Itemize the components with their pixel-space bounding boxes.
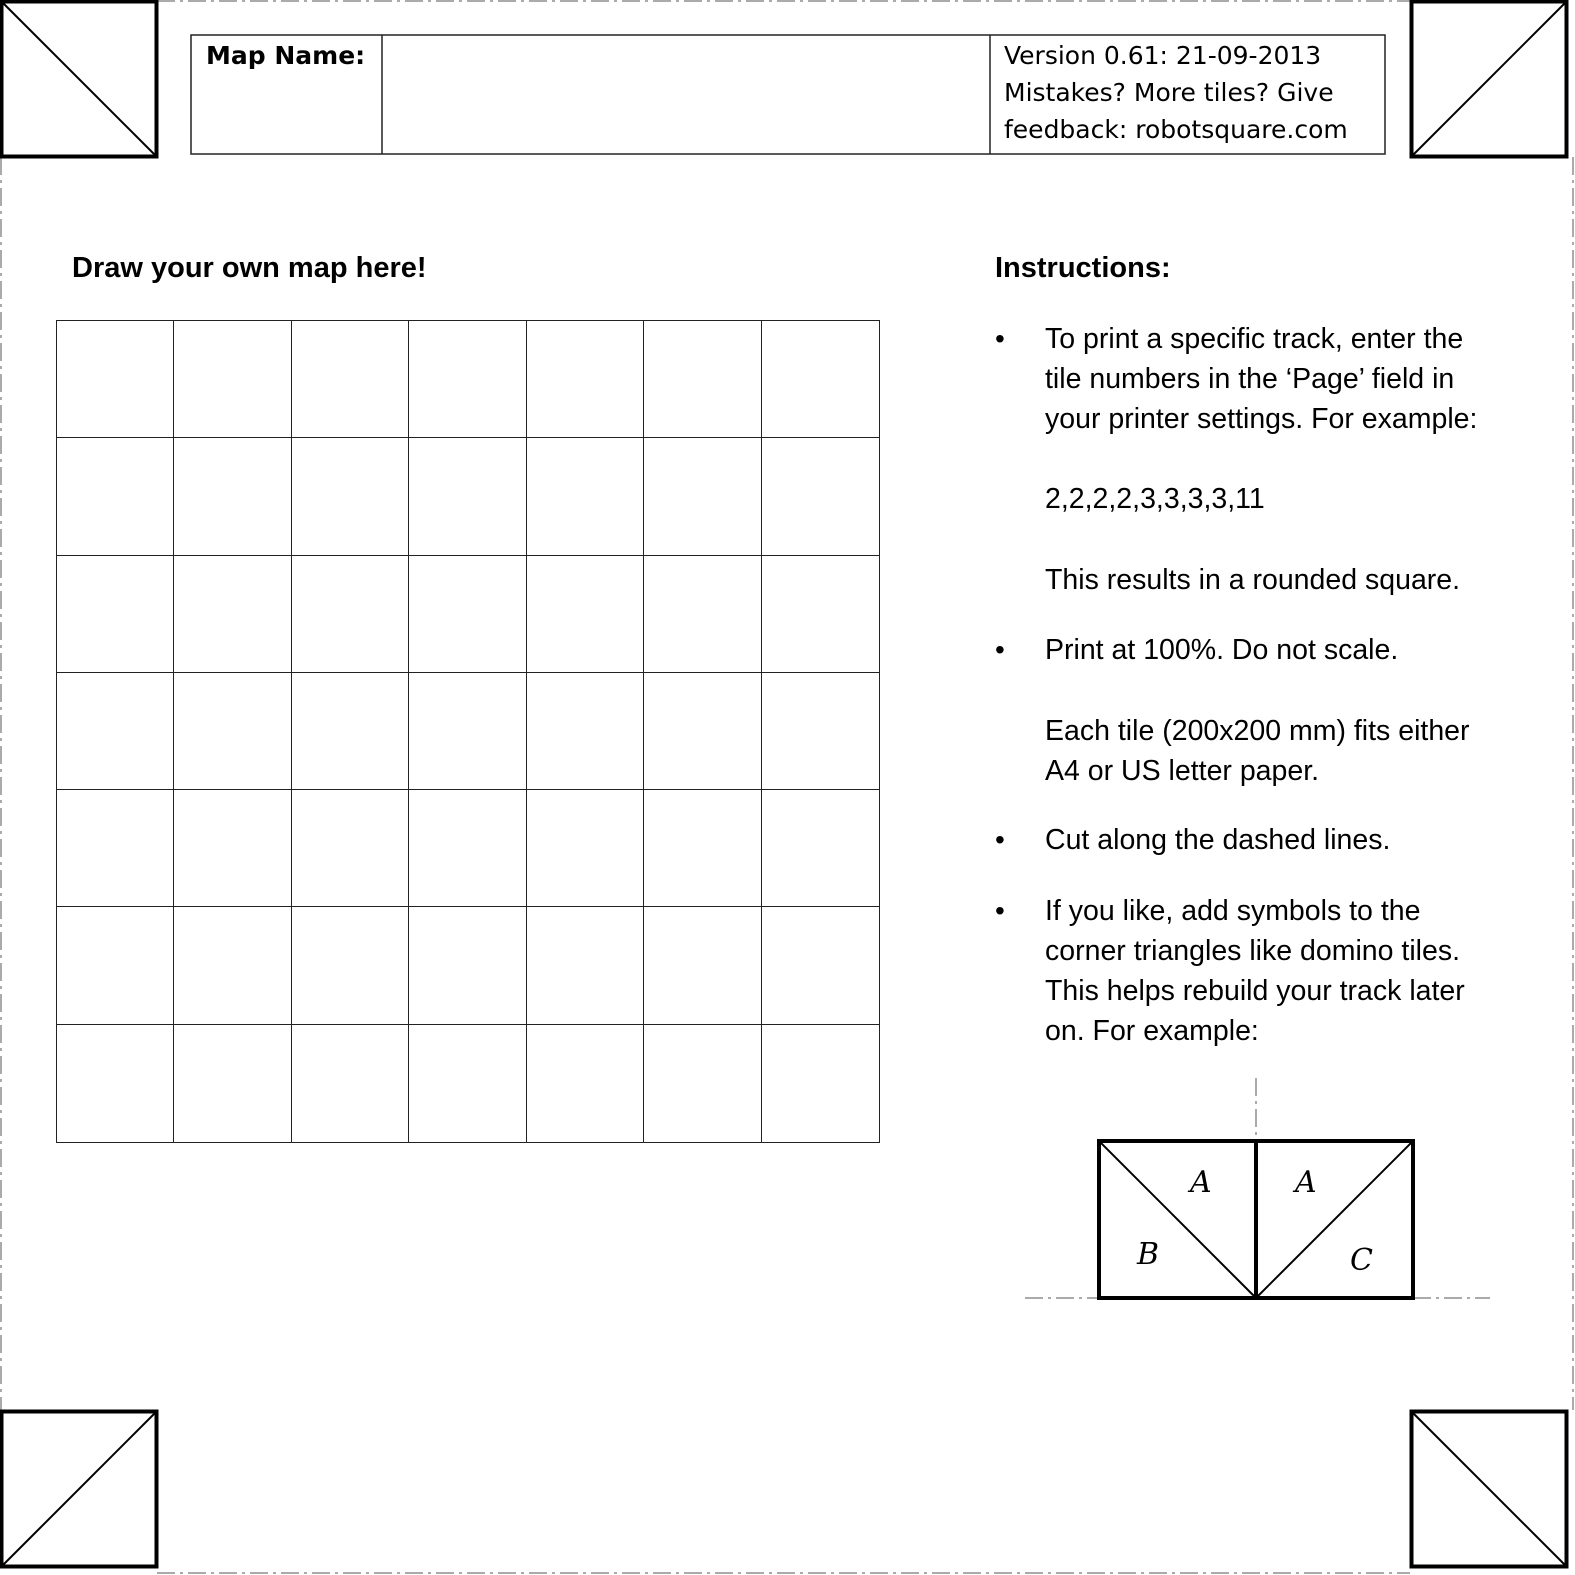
grid-cell <box>644 790 762 908</box>
grid-cell <box>644 672 762 791</box>
grid-cell <box>174 907 292 1025</box>
bullet-icon: • <box>995 824 1005 855</box>
grid-cell <box>409 438 527 556</box>
grid-cell <box>644 907 762 1025</box>
grid-cell <box>174 672 292 791</box>
corner-tile-top-right <box>1409 0 1569 159</box>
diagram-label-left-bottom: B <box>1136 1237 1159 1272</box>
map-name-field[interactable] <box>390 37 980 147</box>
grid-cell <box>526 672 645 791</box>
example-pages: 2,2,2,2,3,3,3,3,11 <box>1045 483 1265 515</box>
map-grid <box>56 320 880 1143</box>
diagram-label-left-top: A <box>1187 1165 1212 1200</box>
text-line: If you like, add symbols to the <box>1045 895 1421 927</box>
text-line: A4 or US letter paper. <box>1045 755 1320 787</box>
version-line: Version 0.61: 21-09-2013 <box>1004 41 1322 70</box>
grid-cell <box>409 907 527 1025</box>
grid-cell <box>761 790 879 908</box>
grid-cell <box>761 438 879 556</box>
grid-cell <box>761 673 879 791</box>
grid-cell <box>291 321 410 439</box>
grid-cell <box>761 556 879 673</box>
bullet-icon: • <box>995 895 1005 926</box>
grid-cell <box>409 321 527 439</box>
text-line: To print a specific track, enter the <box>1045 323 1464 355</box>
example-result: This results in a rounded square. <box>1045 564 1461 596</box>
grid-cell <box>292 1024 410 1142</box>
grid-cell <box>291 790 410 908</box>
grid-cell <box>761 321 879 439</box>
grid-cell <box>644 321 762 439</box>
instructions-heading: Instructions: <box>995 252 1171 284</box>
instruction-print-scale: Print at 100%. Do not scale. <box>1045 634 1399 666</box>
text-line: corner triangles like domino tiles. <box>1045 935 1461 967</box>
grid-cell <box>409 790 527 908</box>
grid-cell <box>57 907 175 1025</box>
grid-cell <box>526 321 645 439</box>
grid-cell <box>57 555 175 673</box>
text-line: your printer settings. For example: <box>1045 403 1478 435</box>
grid-cell <box>526 907 645 1025</box>
grid-cell <box>57 1024 175 1142</box>
grid-cell <box>174 555 292 673</box>
corner-tile-bottom-left <box>0 1409 159 1569</box>
diagram-label-right-top: A <box>1292 1165 1317 1200</box>
grid-cell <box>644 438 762 556</box>
grid-cell <box>57 438 175 556</box>
tile-size-note: Each tile (200x200 mm) fits either A4 or… <box>1045 711 1470 791</box>
grid-cell <box>174 1024 292 1142</box>
grid-cell <box>57 790 175 908</box>
grid-cell <box>762 1025 879 1142</box>
grid-cell <box>174 321 292 439</box>
text-line: tile numbers in the ‘Page’ field in <box>1045 363 1455 395</box>
feedback-line: Mistakes? More tiles? Give <box>1004 78 1334 107</box>
grid-cell <box>291 907 410 1025</box>
map-name-label: Map Name: <box>206 41 366 70</box>
diagram-label-right-bottom: C <box>1350 1243 1373 1278</box>
grid-cell <box>644 1024 762 1142</box>
grid-cell <box>291 672 410 791</box>
text-line: This helps rebuild your track later <box>1045 975 1465 1007</box>
grid-cell <box>409 555 527 673</box>
instruction-symbols: If you like, add symbols to the corner t… <box>1045 891 1465 1051</box>
grid-cell <box>291 438 410 556</box>
grid-cell <box>291 555 410 673</box>
corner-tile-bottom-right <box>1409 1409 1569 1569</box>
bullet-icon: • <box>995 323 1005 354</box>
grid-cell <box>57 672 175 791</box>
grid-cell <box>526 790 645 908</box>
grid-cell <box>174 438 292 556</box>
draw-map-heading: Draw your own map here! <box>72 252 427 284</box>
bullet-icon: • <box>995 634 1005 665</box>
text-line: on. For example: <box>1045 1015 1259 1047</box>
grid-cell <box>57 321 175 439</box>
instruction-cut: Cut along the dashed lines. <box>1045 824 1391 856</box>
grid-cell <box>174 790 292 908</box>
grid-cell <box>527 1024 645 1142</box>
grid-cell <box>761 907 879 1025</box>
grid-cell <box>409 1024 527 1142</box>
feedback-link: feedback: robotsquare.com <box>1004 115 1348 144</box>
grid-cell <box>644 555 762 673</box>
instruction-print-track: To print a specific track, enter the til… <box>1045 319 1477 439</box>
version-info: Version 0.61: 21-09-2013 Mistakes? More … <box>1004 37 1348 148</box>
grid-cell <box>409 672 527 791</box>
text-line: Each tile (200x200 mm) fits either <box>1045 715 1470 747</box>
grid-cell <box>526 555 645 673</box>
grid-cell <box>526 438 645 556</box>
corner-tile-top-left <box>0 0 159 159</box>
